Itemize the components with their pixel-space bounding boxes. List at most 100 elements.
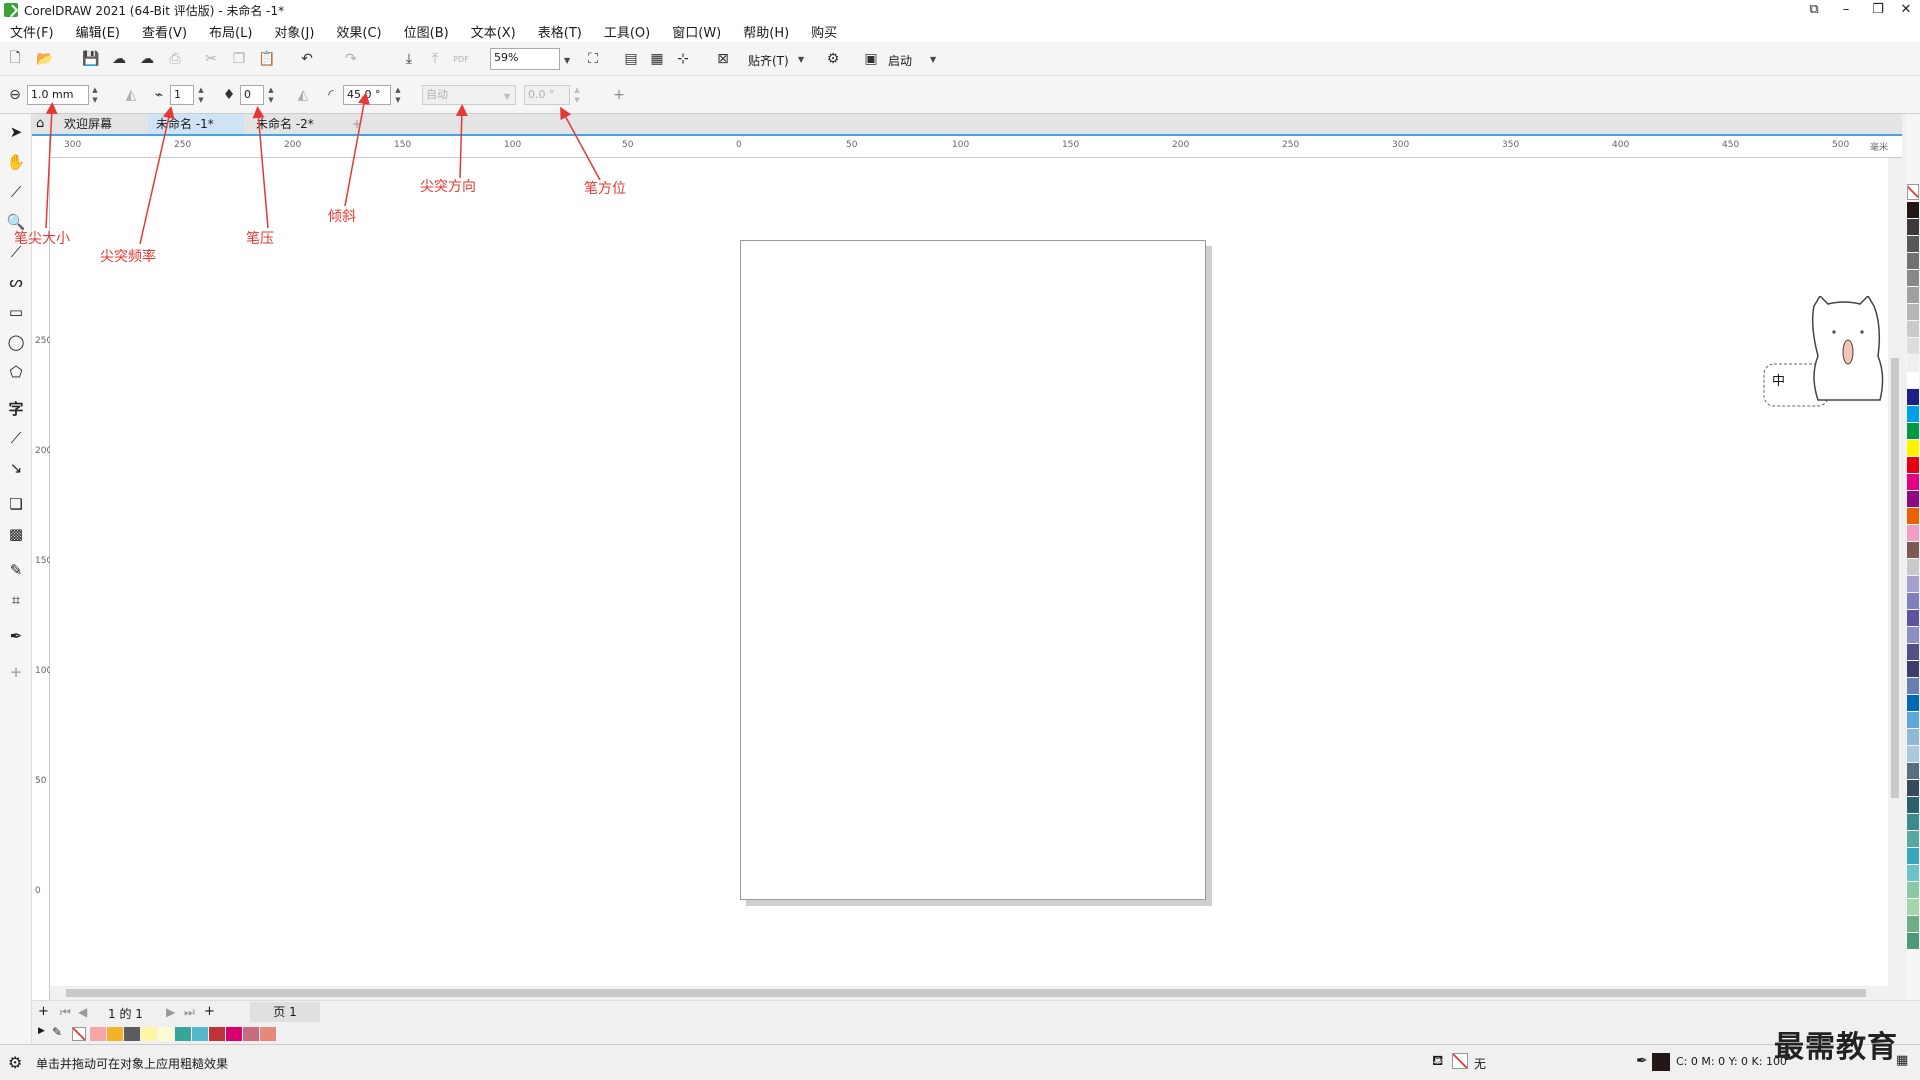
menu-effects[interactable]: 效果(C) [336, 22, 381, 41]
document-palette-swatch[interactable] [158, 1027, 174, 1041]
palette-swatch[interactable] [1907, 712, 1919, 728]
zoom-level-field[interactable]: 59% [490, 48, 560, 70]
paste-icon[interactable]: 📋 [256, 48, 278, 70]
next-page-icon[interactable]: ▶ [166, 1005, 175, 1019]
palette-swatch[interactable] [1907, 780, 1919, 796]
tilt-field[interactable]: 45.0 ° [343, 85, 391, 105]
palette-swatch[interactable] [1907, 338, 1919, 354]
undo-icon[interactable]: ↶ [296, 48, 318, 70]
print-icon[interactable]: ⎙ [164, 48, 186, 70]
palette-swatch[interactable] [1907, 746, 1919, 762]
palette-swatch[interactable] [1907, 474, 1919, 490]
menu-edit[interactable]: 编辑(E) [76, 22, 120, 41]
menu-layout[interactable]: 布局(L) [209, 22, 252, 41]
horizontal-scroll-thumb[interactable] [66, 989, 1866, 997]
snap-off-icon[interactable]: ⊠ [712, 48, 734, 70]
palette-swatch[interactable] [1907, 236, 1919, 252]
new-tab-icon[interactable]: + [344, 114, 370, 134]
redo-icon[interactable]: ↷ [340, 48, 362, 70]
tip-direction-select[interactable]: 自动 [422, 85, 516, 105]
interactive-fill-tool-icon[interactable]: ⌗ [4, 588, 28, 612]
smart-fill-tool-icon[interactable]: ✒ [4, 624, 28, 648]
document-palette-swatch[interactable] [226, 1027, 242, 1041]
connector-tool-icon[interactable]: ↘ [4, 456, 28, 480]
menu-file[interactable]: 文件(F) [10, 22, 54, 41]
menu-object[interactable]: 对象(J) [274, 22, 314, 41]
document-palette-swatch[interactable] [175, 1027, 191, 1041]
cloud-download-icon[interactable]: ☁ [108, 48, 130, 70]
restore-panel-icon[interactable]: ⧉ [1798, 0, 1830, 20]
document-palette-swatch[interactable] [260, 1027, 276, 1041]
nib-size-spinner[interactable]: ▲ ▼ [90, 85, 100, 105]
save-icon[interactable]: 💾 [80, 48, 102, 70]
document-palette-swatch[interactable] [141, 1027, 157, 1041]
cut-icon[interactable]: ✂ [200, 48, 222, 70]
tilt-spinner[interactable]: ▲ ▼ [393, 85, 403, 105]
palette-swatch[interactable] [1907, 253, 1919, 269]
fill-bucket-icon[interactable]: ⛾ [1432, 1053, 1443, 1071]
palette-swatch[interactable] [1907, 372, 1919, 388]
document-palette-swatch[interactable] [107, 1027, 123, 1041]
ime-mascot[interactable]: 中 [1762, 294, 1892, 412]
page-tab-1[interactable]: 页 1 [250, 1002, 320, 1022]
palette-swatch[interactable] [1907, 287, 1919, 303]
menu-tools[interactable]: 工具(O) [604, 22, 650, 41]
roughen-tool-icon[interactable]: ✋ [4, 150, 28, 174]
document-page[interactable] [740, 240, 1206, 900]
palette-swatch[interactable] [1907, 423, 1919, 439]
palette-swatch[interactable] [1907, 389, 1919, 405]
document-palette-swatch[interactable] [243, 1027, 259, 1041]
palette-swatch[interactable] [1907, 882, 1919, 898]
outline-color-swatch[interactable] [1652, 1053, 1670, 1071]
no-color-swatch[interactable] [72, 1027, 86, 1041]
tip-direction-dropdown-icon[interactable]: ▼ [504, 92, 510, 101]
palette-swatch[interactable] [1907, 814, 1919, 830]
palette-swatch[interactable] [1907, 831, 1919, 847]
open-folder-icon[interactable]: 📂 [34, 48, 56, 70]
tab-untitled-1[interactable]: 未命名 -1* [148, 114, 244, 134]
palette-swatch[interactable] [1907, 644, 1919, 660]
palette-swatch[interactable] [1907, 593, 1919, 609]
nib-frequency-spinner[interactable]: ▲ ▼ [196, 85, 206, 105]
zoom-dropdown-icon[interactable]: ▼ [564, 56, 570, 65]
palette-swatch[interactable] [1907, 542, 1919, 558]
menu-bitmaps[interactable]: 位图(B) [404, 22, 449, 41]
palette-swatch[interactable] [1907, 576, 1919, 592]
document-palette-swatch[interactable] [209, 1027, 225, 1041]
nib-size-field[interactable]: 1.0 mm [27, 85, 89, 105]
document-palette-swatch[interactable] [124, 1027, 140, 1041]
palette-swatch[interactable] [1907, 304, 1919, 320]
zoom-to-page-icon[interactable]: ⛶ [582, 48, 604, 70]
palette-swatch[interactable] [1907, 678, 1919, 694]
palette-swatch[interactable] [1907, 457, 1919, 473]
cloud-upload-icon[interactable]: ☁ [136, 48, 158, 70]
document-palette-swatch[interactable] [192, 1027, 208, 1041]
add-tool-icon[interactable]: + [4, 660, 28, 684]
palette-swatch[interactable] [1907, 916, 1919, 932]
transparency-tool-icon[interactable]: ▩ [4, 522, 28, 546]
rectangle-tool-icon[interactable]: ▭ [4, 300, 28, 324]
full-screen-icon[interactable]: ▤ [620, 48, 642, 70]
pressure-enable-icon[interactable]: ◭ [120, 84, 142, 106]
palette-swatch[interactable] [1907, 559, 1919, 575]
palette-swatch[interactable] [1907, 865, 1919, 881]
bearing-field[interactable]: 0.0 ° [524, 85, 570, 105]
palette-swatch[interactable] [1907, 610, 1919, 626]
vertical-ruler[interactable]: 250 200 150 100 50 0 [32, 136, 52, 1000]
palette-swatch[interactable] [1907, 661, 1919, 677]
palette-swatch[interactable] [1907, 848, 1919, 864]
outline-pen-icon[interactable]: ✒ [1636, 1053, 1648, 1069]
eyedropper-tool-icon[interactable]: ✎ [4, 558, 28, 582]
nib-frequency-field[interactable]: 1 [170, 85, 194, 105]
dimension-tool-icon[interactable]: ⟋ [4, 426, 28, 450]
palette-expand-icon[interactable]: ▶ [38, 1026, 45, 1036]
last-page-icon[interactable]: ⏭ [184, 1005, 195, 1020]
add-page-before-icon[interactable]: + [38, 1004, 49, 1019]
document-palette-swatch[interactable] [90, 1027, 106, 1041]
pen-pressure-spinner[interactable]: ▲ ▼ [266, 85, 276, 105]
menu-view[interactable]: 查看(V) [142, 22, 187, 41]
horizontal-scrollbar[interactable] [50, 986, 1888, 1000]
close-button[interactable]: ✕ [1890, 0, 1920, 20]
palette-swatch[interactable] [1907, 729, 1919, 745]
export-icon[interactable]: ⤒ [424, 48, 446, 70]
